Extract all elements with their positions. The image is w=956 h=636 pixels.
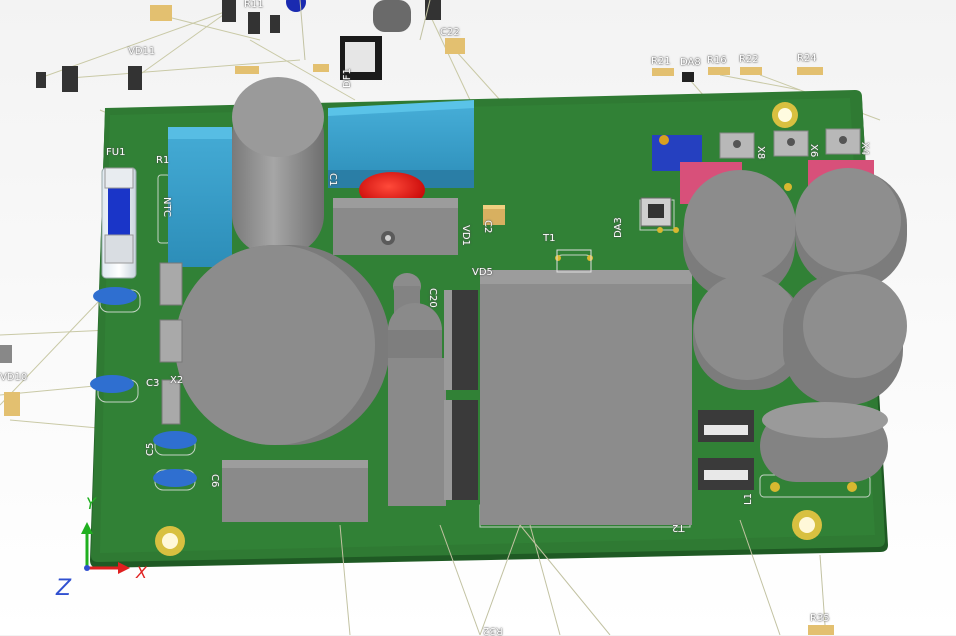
label-c3: C3 bbox=[146, 378, 160, 389]
label-r22: R22 bbox=[739, 54, 759, 65]
label-r21: R21 bbox=[651, 56, 671, 67]
diode-bridge-vd1[interactable] bbox=[333, 198, 458, 255]
x-axis-label: X bbox=[136, 563, 147, 582]
transformer-t2[interactable] bbox=[480, 270, 692, 525]
label-r16: R16 bbox=[707, 55, 727, 66]
label-vd1: VD1 bbox=[460, 225, 471, 246]
mosfet-lower[interactable] bbox=[444, 400, 478, 500]
label-x6: X6 bbox=[808, 144, 819, 158]
ntc-thermistor[interactable] bbox=[168, 127, 232, 267]
capacitor-bulk-main[interactable] bbox=[175, 245, 390, 445]
component-box-center[interactable] bbox=[388, 358, 446, 506]
label-r11: R11 bbox=[244, 0, 264, 10]
label-c20: C20 bbox=[427, 288, 438, 308]
label-l1: L1 bbox=[743, 493, 754, 505]
blade-terminals-left[interactable] bbox=[159, 262, 183, 425]
label-c5: C5 bbox=[145, 442, 156, 456]
label-vd10: VD10 bbox=[0, 372, 28, 383]
label-r24: R24 bbox=[797, 53, 817, 64]
label-t1: T1 bbox=[543, 233, 556, 244]
label-c22: C22 bbox=[440, 27, 460, 38]
label-x2: X2 bbox=[170, 375, 184, 386]
inductor-l1[interactable] bbox=[760, 402, 888, 482]
label-x4: X4 bbox=[859, 142, 870, 156]
ic-da3[interactable] bbox=[640, 197, 672, 227]
pcb-3d-viewport[interactable] bbox=[0, 0, 956, 635]
to220-regulators[interactable] bbox=[719, 128, 861, 159]
label-r35: R35 bbox=[810, 613, 830, 624]
label-c2: C2 bbox=[482, 220, 493, 234]
label-df1: DF1 bbox=[342, 68, 353, 88]
label-vd11: VD11 bbox=[128, 46, 156, 57]
mosfet-upper[interactable] bbox=[444, 290, 478, 390]
label-t2: T2 bbox=[672, 522, 685, 533]
label-da8: DA8 bbox=[680, 57, 701, 68]
label-ntc: NTC bbox=[161, 197, 172, 217]
label-c1: C1 bbox=[327, 173, 338, 187]
label-r1: R1 bbox=[156, 155, 170, 166]
component-box-bottom[interactable] bbox=[222, 460, 368, 522]
label-fu1: FU1 bbox=[106, 147, 126, 158]
label-c6: C6 bbox=[209, 474, 220, 488]
label-x8: X8 bbox=[755, 146, 766, 160]
fuse-fu1[interactable] bbox=[101, 167, 137, 279]
label-vd5: VD5 bbox=[472, 267, 493, 278]
z-axis-label: Z bbox=[56, 576, 72, 601]
label-da3: DA3 bbox=[613, 217, 624, 238]
y-axis-label: Y bbox=[86, 494, 96, 513]
capacitor-large-top[interactable] bbox=[232, 77, 324, 255]
label-r32: R32 bbox=[483, 625, 503, 636]
